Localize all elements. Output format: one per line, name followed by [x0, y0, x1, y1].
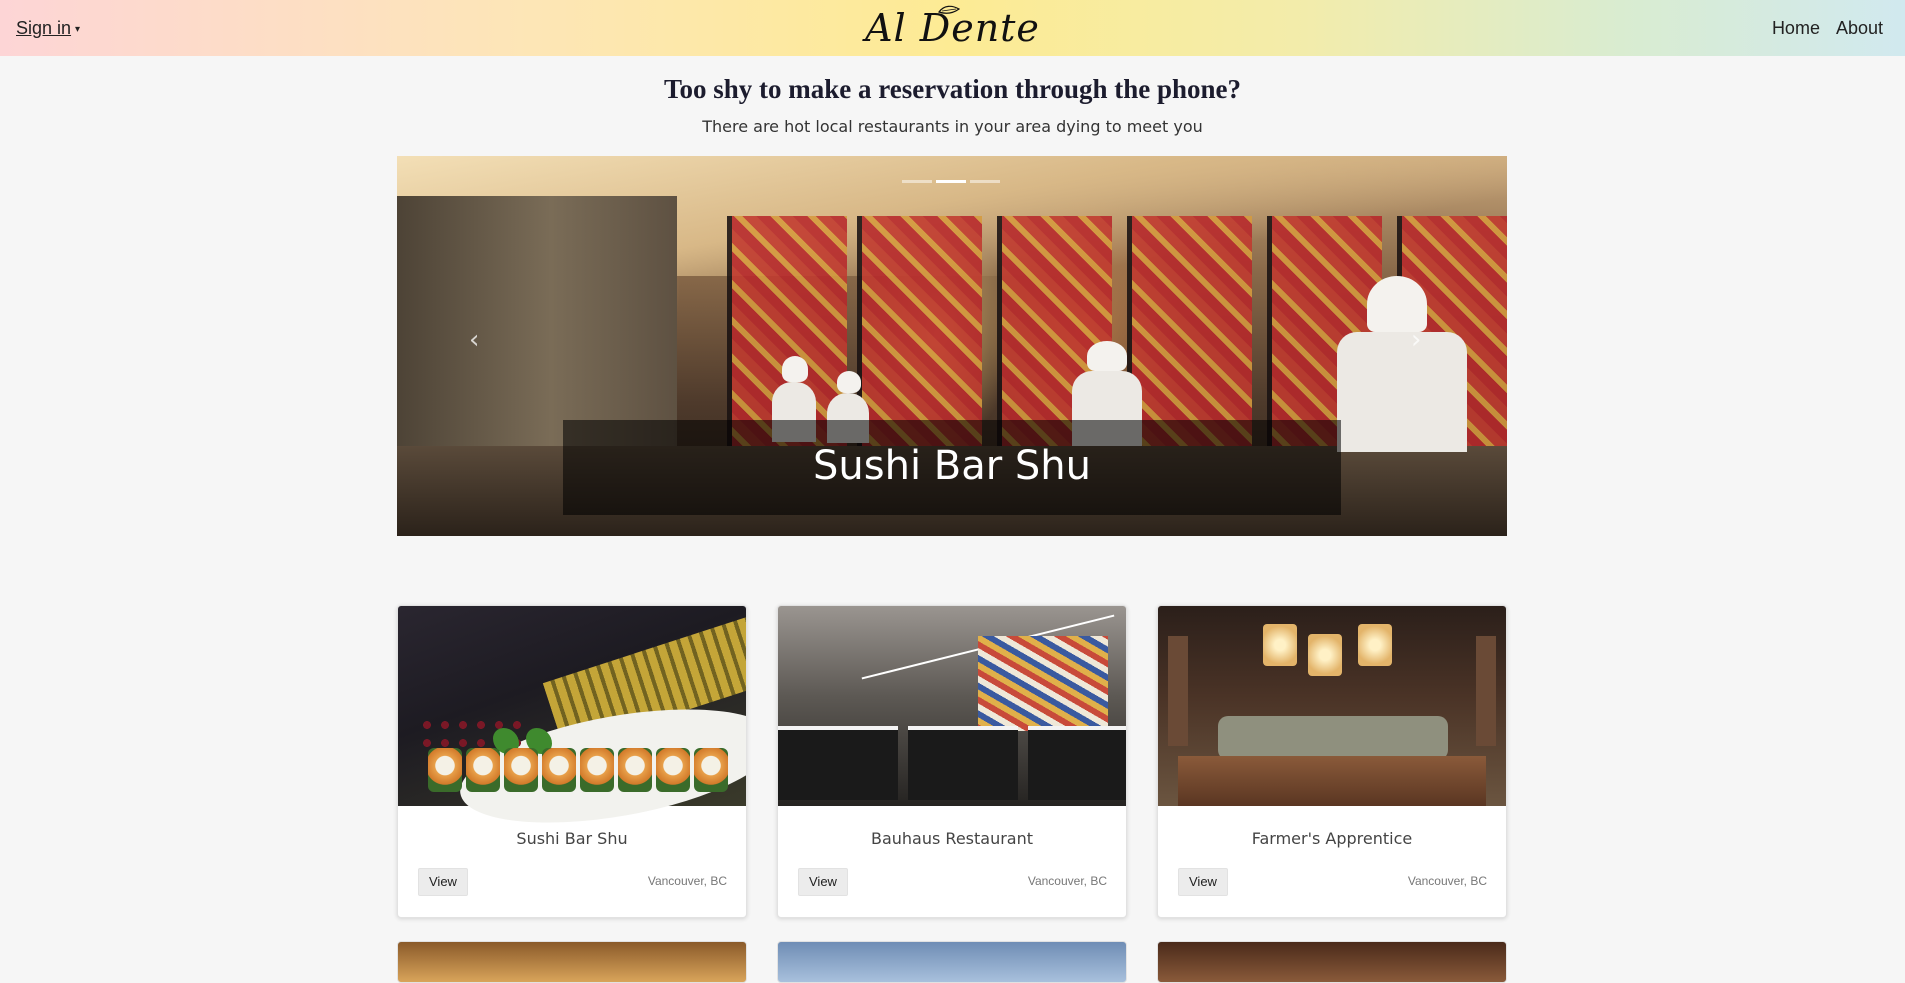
restaurant-card-partial[interactable] — [1157, 941, 1507, 983]
carousel-indicator-3[interactable] — [970, 180, 1000, 183]
sushi-roll — [656, 748, 690, 792]
restaurant-name: Farmer's Apprentice — [1251, 829, 1413, 848]
chef-hat — [782, 356, 808, 382]
chef-hat — [837, 371, 861, 393]
carousel-next-icon[interactable]: › — [1411, 327, 1435, 353]
nav-links: Home About — [1772, 18, 1883, 39]
view-button[interactable]: View — [798, 868, 848, 896]
page-subheadline: There are hot local restaurants in your … — [702, 117, 1203, 136]
restaurant-card: Farmer's Apprentice View Vancouver, BC — [1157, 605, 1507, 918]
window-decor — [1476, 636, 1496, 746]
top-navbar: Sign in ▾ Al Dente Home About — [0, 0, 1905, 56]
sushi-roll — [504, 748, 538, 792]
carousel-indicator-1[interactable] — [902, 180, 932, 183]
dining-table — [908, 726, 1018, 800]
restaurant-name: Bauhaus Restaurant — [870, 829, 1034, 848]
carousel-indicator-2[interactable] — [936, 180, 966, 183]
sofa-decor — [1218, 716, 1448, 760]
dining-table — [778, 726, 898, 800]
nav-link-home[interactable]: Home — [1772, 18, 1820, 39]
restaurant-card: Sushi Bar Shu View Vancouver, BC — [397, 605, 747, 918]
restaurant-location: Vancouver, BC — [1407, 874, 1487, 888]
restaurant-location: Vancouver, BC — [1027, 874, 1107, 888]
restaurant-card: Bauhaus Restaurant View Vancouver, BC — [777, 605, 1127, 918]
pendant-lamp — [1308, 634, 1342, 676]
carousel-indicators — [902, 180, 1000, 183]
restaurant-thumbnail[interactable] — [778, 606, 1126, 806]
window-decor — [1168, 636, 1188, 746]
sign-in-label: Sign in — [16, 18, 72, 38]
view-button[interactable]: View — [1178, 868, 1228, 896]
table-decor — [1178, 756, 1486, 806]
featured-carousel[interactable]: ‹ › Sushi Bar Shu — [397, 156, 1507, 536]
dining-table — [1028, 726, 1126, 800]
sushi-roll — [618, 748, 652, 792]
sign-in-dropdown[interactable]: Sign in ▾ — [16, 18, 80, 39]
restaurant-card-partial[interactable] — [397, 941, 747, 983]
caret-down-icon: ▾ — [75, 24, 81, 35]
chef-hat — [1087, 341, 1127, 371]
sushi-roll — [580, 748, 614, 792]
sushi-roll — [428, 748, 462, 792]
restaurant-location: Vancouver, BC — [647, 874, 727, 888]
sushi-roll — [466, 748, 500, 792]
restaurant-name: Sushi Bar Shu — [516, 829, 628, 848]
carousel-prev-icon[interactable]: ‹ — [469, 327, 493, 353]
chef — [1337, 332, 1467, 452]
brand-logo-container: Al Dente — [0, 0, 1905, 56]
restaurant-thumbnail[interactable] — [398, 606, 746, 844]
wall-art-decor — [978, 636, 1108, 731]
restaurant-card-partial[interactable] — [777, 941, 1127, 983]
pendant-lamp — [1263, 624, 1297, 666]
brand-logo[interactable]: Al Dente — [865, 6, 1040, 50]
sushi-roll — [694, 748, 728, 792]
pendant-lamp — [1358, 624, 1392, 666]
restaurant-thumbnail[interactable] — [1158, 606, 1506, 806]
sushi-roll — [542, 748, 576, 792]
page-headline: Too shy to make a reservation through th… — [663, 74, 1242, 104]
nav-link-about[interactable]: About — [1836, 18, 1883, 39]
view-button[interactable]: View — [418, 868, 468, 896]
chef-hat — [1367, 276, 1427, 332]
carousel-caption: Sushi Bar Shu — [563, 420, 1341, 515]
